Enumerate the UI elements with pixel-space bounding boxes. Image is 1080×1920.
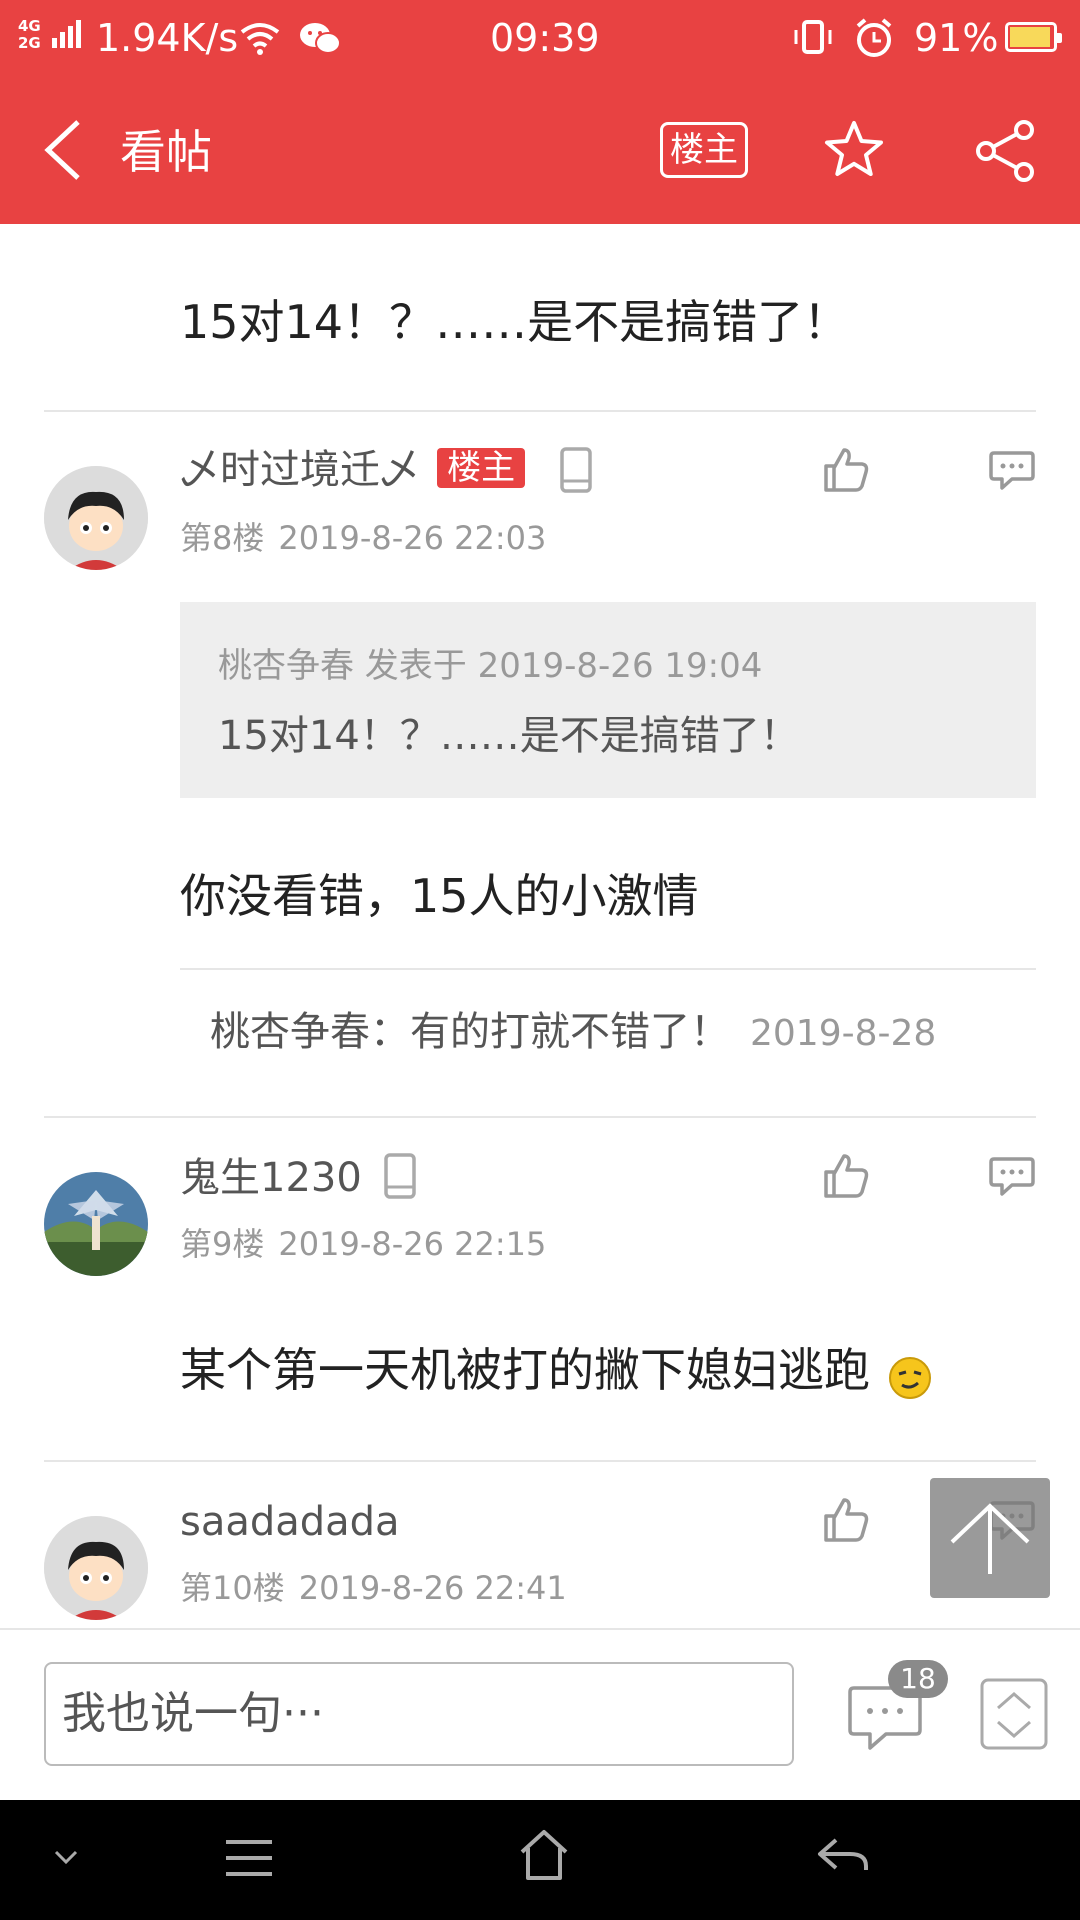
reply-text: 有的打就不错了！	[410, 1009, 730, 1055]
divider	[44, 1460, 1036, 1462]
username[interactable]: saadadada	[180, 1496, 400, 1548]
reply-input[interactable]: 我也说一句···	[44, 1662, 794, 1766]
nav-down-icon[interactable]	[52, 1848, 80, 1868]
star-icon[interactable]	[822, 118, 886, 182]
like-icon[interactable]	[822, 1496, 870, 1544]
status-bar: 4G 2G 1.94K/s 09:39 91%	[0, 0, 1080, 78]
post-content: 15对14！？……是不是搞错了！	[180, 295, 850, 349]
reply-author: 桃杏争春：	[210, 1009, 410, 1055]
only-op-button[interactable]: 楼主	[660, 122, 748, 178]
network-speed: 1.94K/s	[96, 16, 239, 60]
scroll-top-icon	[950, 1503, 1030, 1574]
divider	[44, 1116, 1036, 1118]
scroll-top-button[interactable]	[930, 1478, 1050, 1598]
comment-count-badge: 18	[888, 1660, 948, 1698]
phone-icon	[560, 447, 592, 493]
post-time: 2019-8-26 22:15	[278, 1225, 547, 1263]
clock: 09:39	[490, 16, 600, 60]
post-content: 你没看错，15人的小激情	[180, 869, 699, 923]
floor-number: 第8楼	[180, 519, 265, 557]
page-title: 看帖	[120, 125, 212, 179]
network-type: 4G 2G	[18, 17, 41, 52]
user-row: 乄时过境迁乄 楼主	[180, 444, 526, 500]
floor-number: 第10楼	[180, 1569, 285, 1607]
username[interactable]: 鬼生1230	[180, 1152, 362, 1204]
post-meta: 第9楼 2019-8-26 22:15	[180, 1224, 546, 1264]
divider	[180, 968, 1036, 970]
wechat-icon	[300, 23, 341, 54]
battery-percent: 91%	[914, 16, 999, 60]
divider	[44, 410, 1036, 412]
like-icon[interactable]	[822, 1152, 870, 1200]
quote-header: 桃杏争春 发表于 2019-8-26 19:04	[218, 646, 763, 686]
op-badge: 楼主	[437, 448, 526, 488]
share-icon[interactable]	[972, 118, 1038, 184]
like-icon[interactable]	[822, 446, 870, 494]
nav-menu-icon[interactable]	[222, 1838, 276, 1878]
sub-reply[interactable]: 桃杏争春：有的打就不错了！ 2019-8-28	[210, 1006, 936, 1060]
nav-back-icon[interactable]	[814, 1834, 870, 1882]
wifi-icon	[240, 23, 280, 55]
nav-home-icon[interactable]	[516, 1828, 572, 1884]
username[interactable]: 乄时过境迁乄	[180, 447, 420, 493]
alarm-icon	[856, 18, 892, 57]
avatar[interactable]	[44, 466, 148, 570]
post-meta: 第10楼 2019-8-26 22:41	[180, 1568, 567, 1608]
post-time: 2019-8-26 22:03	[278, 519, 547, 557]
signal-icon	[52, 20, 84, 48]
back-icon[interactable]	[40, 118, 90, 182]
phone-icon	[384, 1153, 416, 1199]
post-text: 某个第一天机被打的撇下媳妇逃跑	[180, 1343, 870, 1397]
floor-number: 第9楼	[180, 1225, 265, 1263]
system-nav-bar	[0, 1800, 1080, 1920]
emoji-icon	[888, 1357, 931, 1399]
post-time: 2019-8-26 22:41	[298, 1569, 567, 1607]
page-nav-icon[interactable]	[980, 1678, 1048, 1750]
comment-icon[interactable]	[988, 450, 1036, 492]
comment-icon[interactable]	[988, 1156, 1036, 1198]
post-content: 某个第一天机被打的撇下媳妇逃跑	[180, 1340, 935, 1400]
reply-date: 2019-8-28	[750, 1013, 937, 1054]
battery-icon	[1005, 22, 1062, 52]
avatar[interactable]	[44, 1516, 148, 1620]
vibrate-icon	[794, 20, 832, 54]
post-meta: 第8楼 2019-8-26 22:03	[180, 518, 546, 558]
quote-block	[180, 602, 1036, 798]
avatar[interactable]	[44, 1172, 148, 1276]
quote-text: 15对14！？……是不是搞错了！	[218, 713, 800, 759]
